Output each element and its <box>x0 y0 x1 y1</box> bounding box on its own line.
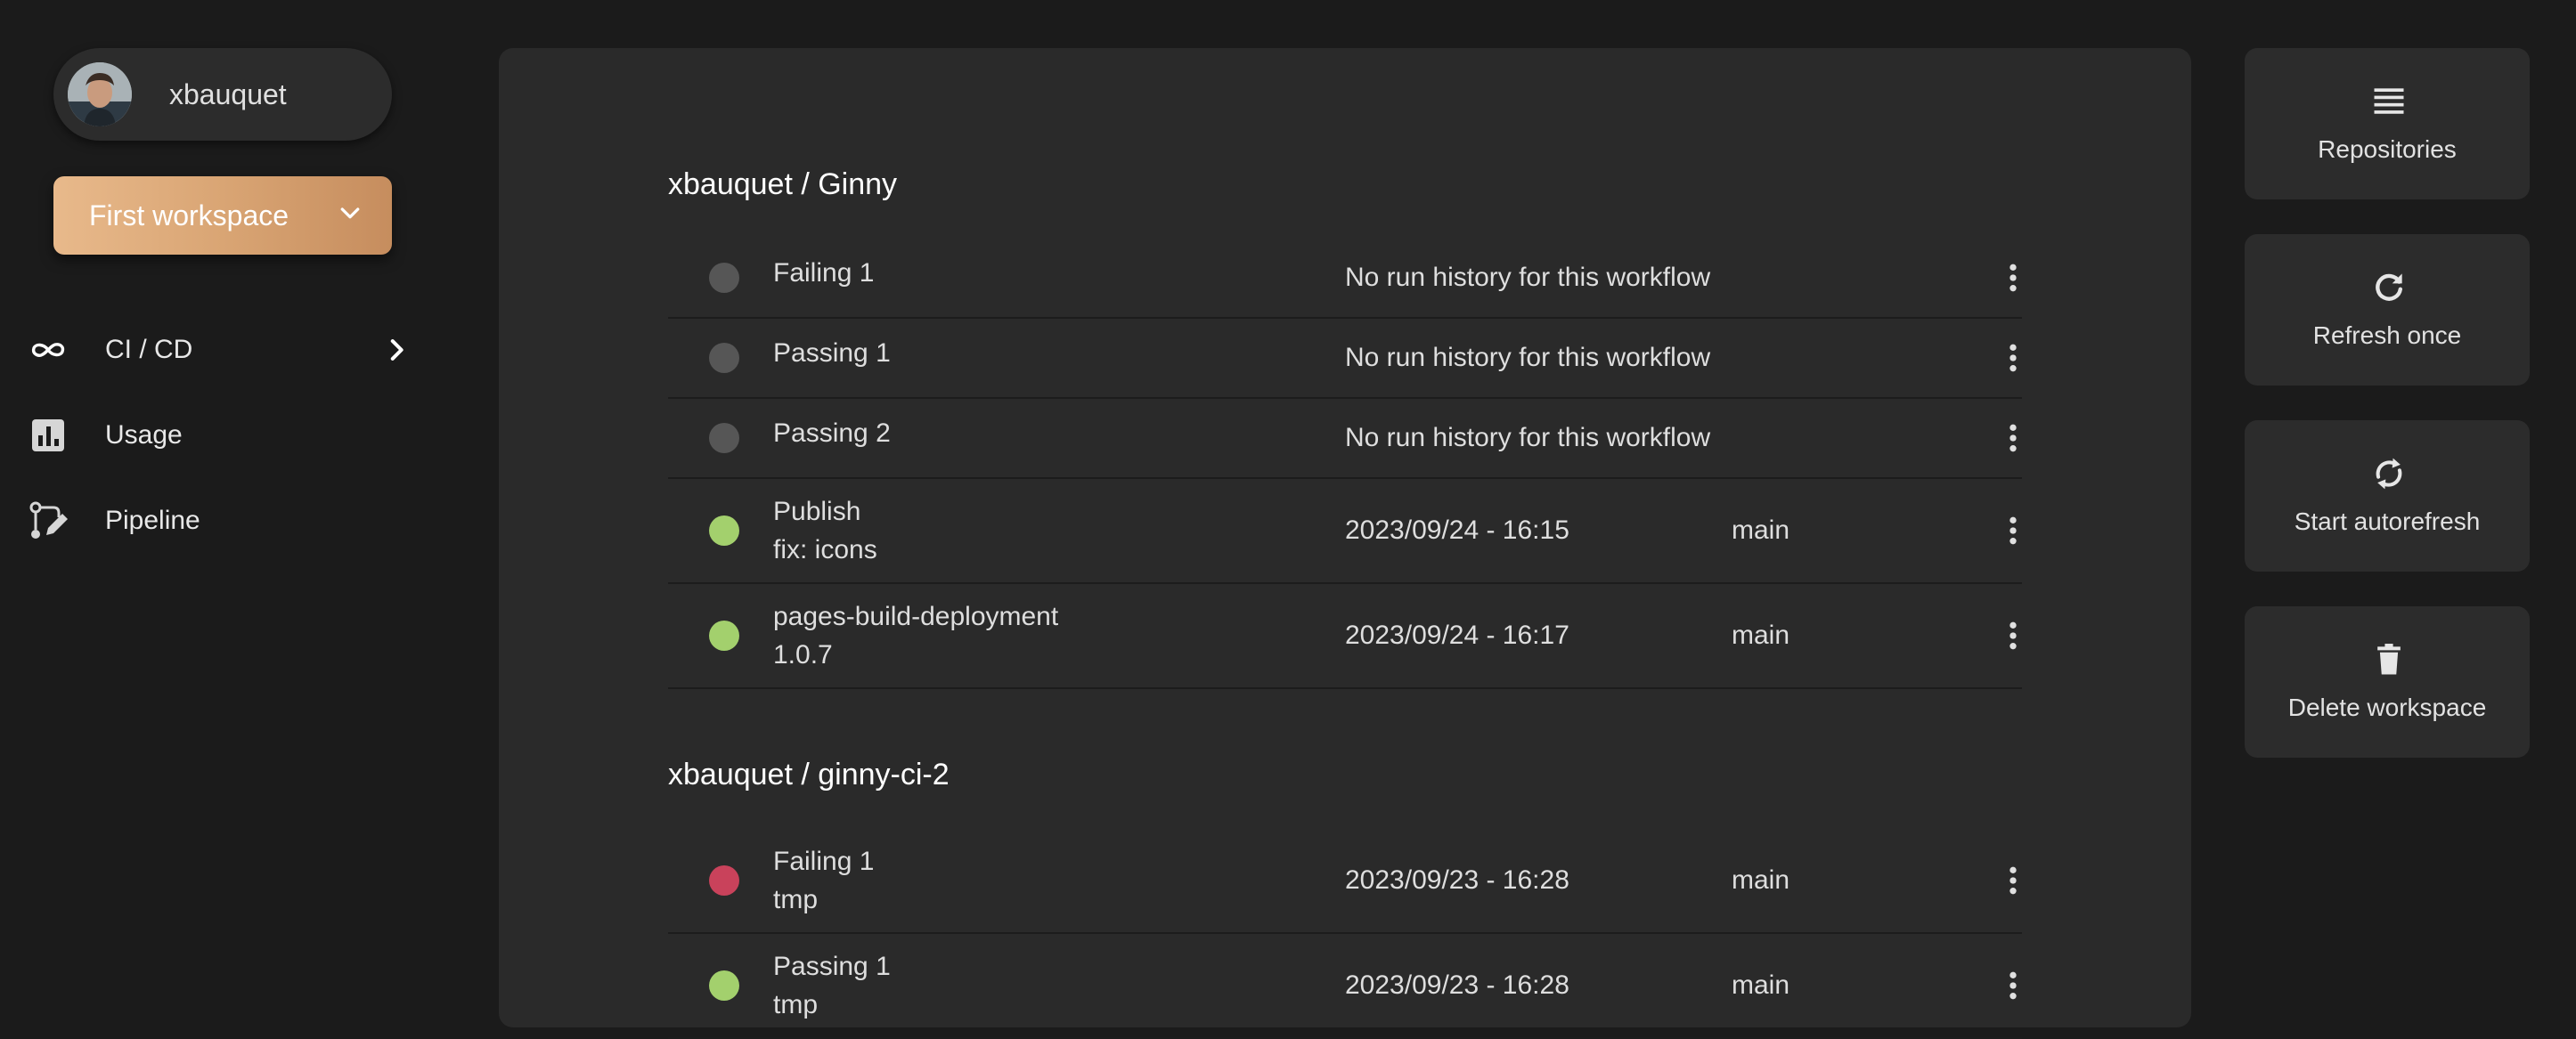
action-label: Repositories <box>2318 135 2457 163</box>
nav-item-label: Usage <box>105 420 183 450</box>
workflow-row[interactable]: Failing 1 No run history for this workfl… <box>668 239 2022 319</box>
nav-item-ci-cd[interactable]: CI / CD <box>0 310 419 390</box>
user-profile[interactable]: xbauquet <box>53 48 392 141</box>
workflow-panel: xbauquet / Ginny Failing 1 No run histor… <box>499 48 2191 1039</box>
refresh-once-button[interactable]: Refresh once <box>2245 234 2530 386</box>
more-vert-icon[interactable] <box>1995 511 2031 550</box>
workflow-row[interactable]: pages-build-deployment 1.0.7 2023/09/24 … <box>668 584 2022 689</box>
status-dot <box>709 263 739 293</box>
repo-title: xbauquet / Ginny <box>668 167 898 201</box>
action-label: Delete workspace <box>2287 694 2487 721</box>
workflow-run-time: 2023/09/23 - 16:28 <box>1345 970 1569 1000</box>
workflow-commit: tmp <box>773 885 819 914</box>
status-dot <box>709 343 739 373</box>
status-dot <box>709 865 739 896</box>
workflow-name: pages-build-deployment <box>773 602 1059 631</box>
workflow-commit: tmp <box>773 990 819 1019</box>
chevron-right-icon <box>381 335 412 365</box>
workflow-branch: main <box>1732 970 1790 1000</box>
workflow-row[interactable]: Passing 1 tmp 2023/09/23 - 16:28 main <box>668 934 2022 1039</box>
workflow-commit: 1.0.7 <box>773 640 833 670</box>
status-dot <box>709 621 739 651</box>
workflow-status: No run history for this workflow <box>1345 263 1711 292</box>
more-vert-icon[interactable] <box>1995 258 2031 297</box>
more-vert-icon[interactable] <box>1995 861 2031 900</box>
status-dot <box>709 515 739 546</box>
bar-chart-icon <box>27 414 69 457</box>
workflow-row[interactable]: Failing 1 tmp 2023/09/23 - 16:28 main <box>668 829 2022 934</box>
workflow-status: No run history for this workflow <box>1345 343 1711 372</box>
workflow-branch: main <box>1732 865 1790 895</box>
workflow-name: Passing 2 <box>773 418 891 448</box>
sync-icon <box>2369 454 2409 493</box>
workflow-name: Publish <box>773 497 861 526</box>
workspace-label: First workspace <box>89 199 289 231</box>
workspace-selector[interactable]: First workspace <box>53 176 392 255</box>
delete-workspace-button[interactable]: Delete workspace <box>2245 606 2530 758</box>
action-label: Refresh once <box>2312 321 2462 349</box>
workflow-run-time: 2023/09/24 - 16:17 <box>1345 621 1569 650</box>
more-vert-icon[interactable] <box>1995 418 2031 458</box>
more-vert-icon[interactable] <box>1995 338 2031 377</box>
nav-item-pipeline[interactable]: Pipeline <box>0 481 419 561</box>
workflow-run-time: 2023/09/24 - 16:15 <box>1345 515 1569 545</box>
workflow-name: Passing 1 <box>773 338 891 368</box>
workflow-commit: fix: icons <box>773 535 877 564</box>
workflow-name: Passing 1 <box>773 952 891 981</box>
status-dot <box>709 423 739 453</box>
workflow-name: Failing 1 <box>773 258 875 288</box>
action-label: Start autorefresh <box>2294 507 2481 535</box>
workflow-name: Failing 1 <box>773 847 875 876</box>
pipeline-icon <box>27 499 69 542</box>
status-dot <box>709 970 739 1001</box>
list-icon <box>2369 82 2409 121</box>
start-autorefresh-button[interactable]: Start autorefresh <box>2245 420 2530 572</box>
repo-section: xbauquet / Ginny Failing 1 No run histor… <box>668 153 2022 689</box>
infinity-icon <box>27 329 69 371</box>
repo-title: xbauquet / ginny-ci-2 <box>668 758 950 791</box>
more-vert-icon[interactable] <box>1995 966 2031 1005</box>
workflow-row[interactable]: Publish fix: icons 2023/09/24 - 16:15 ma… <box>668 479 2022 584</box>
trash-icon <box>2369 640 2409 679</box>
avatar <box>68 62 132 126</box>
workflow-row[interactable]: Passing 2 No run history for this workfl… <box>668 399 2022 479</box>
nav-item-usage[interactable]: Usage <box>0 395 419 475</box>
refresh-icon <box>2369 268 2409 307</box>
repo-section: xbauquet / ginny-ci-2 Failing 1 tmp 2023… <box>668 743 2022 1039</box>
workflow-status: No run history for this workflow <box>1345 423 1711 452</box>
chevron-down-icon <box>337 200 363 231</box>
workflow-run-time: 2023/09/23 - 16:28 <box>1345 865 1569 895</box>
nav-item-label: Pipeline <box>105 506 200 535</box>
username: xbauquet <box>169 77 287 110</box>
nav-item-label: CI / CD <box>105 335 193 364</box>
workflow-row[interactable]: Passing 1 No run history for this workfl… <box>668 319 2022 399</box>
workflow-branch: main <box>1732 515 1790 545</box>
repositories-button[interactable]: Repositories <box>2245 48 2530 199</box>
workflow-branch: main <box>1732 621 1790 650</box>
sidebar: xbauquet First workspace CI / CD Usage P… <box>0 0 428 976</box>
more-vert-icon[interactable] <box>1995 616 2031 655</box>
